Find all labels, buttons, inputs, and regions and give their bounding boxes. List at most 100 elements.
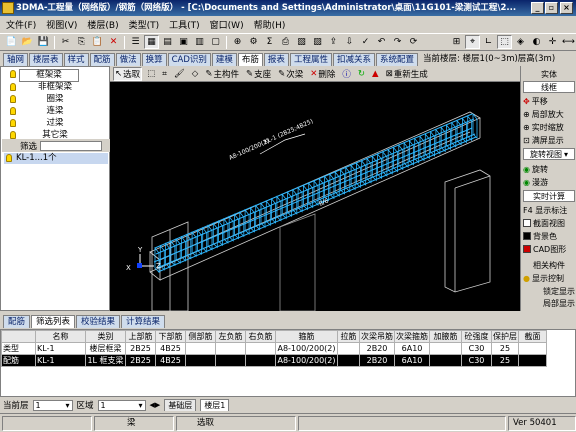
tree-row-frame-beam[interactable]: 框架梁	[1, 69, 109, 82]
grid-snap-icon[interactable]: ⊞	[449, 35, 464, 49]
print-icon[interactable]: ⎙	[278, 35, 293, 49]
realtime-calc-button[interactable]: 实时计算	[523, 190, 575, 202]
cut-icon[interactable]: ✂	[58, 35, 73, 49]
table-cell[interactable]: 4B25	[155, 342, 186, 355]
show-annotation-button[interactable]: F4 显示标注	[523, 204, 575, 216]
display-control-button[interactable]: ● 显示控制	[523, 272, 575, 284]
table-cell[interactable]	[215, 342, 246, 355]
select-button[interactable]: ↖ 选取	[113, 66, 143, 81]
ortho-icon[interactable]: ∟	[481, 35, 496, 49]
zoom-icon[interactable]: ⊕	[230, 35, 245, 49]
column-header[interactable]: 拉筋	[337, 330, 360, 343]
regenerate-button[interactable]: ⊠ 重新生成	[384, 67, 430, 81]
table-cell[interactable]	[337, 354, 360, 367]
fit-view-button[interactable]: ⊡ 满屏显示	[523, 134, 575, 146]
table-cell[interactable]: 配筋	[1, 354, 36, 367]
lock-display-button[interactable]: 锁定显示	[523, 285, 575, 297]
refresh-icon[interactable]: ⟳	[406, 35, 421, 49]
support-button[interactable]: ✎ 支座	[244, 67, 273, 81]
table-cell[interactable]	[215, 354, 246, 367]
tab-conversion[interactable]: 换算	[141, 53, 167, 66]
image-icon[interactable]: ▣	[176, 35, 191, 49]
flip-button[interactable]: ▲	[370, 67, 381, 81]
secondary-beam-button[interactable]: ✎ 次梁	[276, 67, 305, 81]
export-icon[interactable]: ⇪	[326, 35, 341, 49]
tab-floor-1[interactable]: 楼层1	[200, 399, 230, 411]
tab-cad-recognition[interactable]: CAD识别	[167, 53, 211, 66]
menu-help[interactable]: 帮助(H)	[254, 18, 286, 31]
table-cell[interactable]: A8-100/200(2)	[275, 342, 338, 355]
zoom-local-button[interactable]: ⊕ 局部放大	[523, 108, 575, 120]
table-cell[interactable]: 2B25	[125, 354, 156, 367]
menu-window[interactable]: 窗口(W)	[210, 18, 244, 31]
render-icon[interactable]: ◈	[513, 35, 528, 49]
roam-button[interactable]: ◉ 漫游	[523, 176, 575, 188]
table-cell[interactable]: A8-100/200(2)	[275, 354, 338, 367]
floor-select[interactable]: 1 ▾	[32, 399, 73, 411]
new-file-icon[interactable]: 📄	[4, 35, 19, 49]
column-header[interactable]: 侧部筋	[185, 330, 216, 343]
column-header[interactable]: 类别	[85, 330, 126, 343]
chart-icon[interactable]: ▨	[310, 35, 325, 49]
menu-file[interactable]: 文件(F)	[6, 18, 36, 31]
table-cell[interactable]	[429, 354, 462, 367]
snap-icon[interactable]: ⌖	[465, 35, 480, 49]
open-file-icon[interactable]: 📂	[20, 35, 35, 49]
tab-system-config[interactable]: 系统配置	[375, 53, 418, 66]
erase-button[interactable]: ◇	[190, 67, 201, 81]
close-button[interactable]: ×	[560, 2, 573, 14]
tab-deduction-rules[interactable]: 扣减关系	[332, 53, 375, 66]
table-cell[interactable]: 类型	[1, 342, 36, 355]
column-header[interactable]: 名称	[35, 330, 86, 343]
info-button[interactable]: ⓘ	[340, 67, 353, 81]
window-icon[interactable]: ▢	[208, 35, 223, 49]
table-cell[interactable]	[429, 342, 462, 355]
list-view-icon[interactable]: ☰	[128, 35, 143, 49]
tab-method[interactable]: 做法	[115, 53, 141, 66]
table-cell[interactable]: KL-1	[35, 342, 86, 355]
check-icon[interactable]: ✓	[358, 35, 373, 49]
visibility-bulb-icon[interactable]	[10, 69, 16, 78]
grid-view-icon[interactable]: ▦	[144, 35, 159, 49]
layout-icon[interactable]: ▥	[192, 35, 207, 49]
cad-graphic-button[interactable]: CAD图形	[523, 243, 575, 255]
filter-input[interactable]	[40, 140, 103, 151]
table-cell[interactable]: 2B20	[359, 354, 395, 367]
table-cell[interactable]	[337, 342, 360, 355]
tab-filter-list[interactable]: 筛选列表	[31, 315, 76, 328]
table-cell[interactable]	[245, 354, 276, 367]
list-item-kl-1[interactable]: KL-1...1个	[4, 153, 108, 164]
tab-check-results[interactable]: 校验结果	[76, 315, 121, 328]
zone-select[interactable]: 1 ▾	[97, 399, 146, 411]
delete-member-button[interactable]: ✕ 删除	[308, 67, 337, 81]
related-member-button[interactable]: 相关构件	[523, 259, 575, 271]
table-cell[interactable]: C30	[461, 342, 492, 355]
column-header[interactable]: 下部筋	[155, 330, 186, 343]
tab-modeling[interactable]: 建模	[211, 53, 237, 66]
tab-report[interactable]: 报表	[263, 53, 289, 66]
zoom-realtime-button[interactable]: ⊕ 实时缩放	[523, 121, 575, 133]
brush-button[interactable]: 🖌	[172, 67, 187, 81]
nav-arrows-icon[interactable]: ◀▶	[150, 401, 161, 409]
report-icon[interactable]: ▧	[294, 35, 309, 49]
delete-icon[interactable]: ✕	[106, 35, 121, 49]
column-header[interactable]: 截面	[518, 330, 547, 343]
shade-icon[interactable]: ◐	[529, 35, 544, 49]
column-header[interactable]: 左负筋	[215, 330, 246, 343]
menu-tools[interactable]: 工具(T)	[169, 18, 200, 31]
selection-mode-icon[interactable]: ⬚	[497, 35, 512, 49]
rotate-button[interactable]: ↻	[356, 67, 367, 81]
pan-button[interactable]: ✥ 平移	[523, 95, 575, 107]
rotate-button[interactable]: ◉ 旋转	[523, 163, 575, 175]
column-header[interactable]: 砼强度	[461, 330, 492, 343]
tab-reinforcement-detail[interactable]: 配筋	[3, 315, 31, 328]
column-header[interactable]: 次梁吊筋	[359, 330, 395, 343]
menu-view[interactable]: 视图(V)	[46, 18, 77, 31]
table-cell[interactable]: C30	[461, 354, 492, 367]
main-member-button[interactable]: ✎ 主构件	[203, 67, 241, 81]
import-icon[interactable]: ⇩	[342, 35, 357, 49]
tab-reinforcement[interactable]: 配筋	[89, 53, 115, 66]
tab-axis-grid[interactable]: 轴网	[3, 53, 29, 66]
calc-icon[interactable]: Σ	[262, 35, 277, 49]
settings-icon[interactable]: ⚙	[246, 35, 261, 49]
